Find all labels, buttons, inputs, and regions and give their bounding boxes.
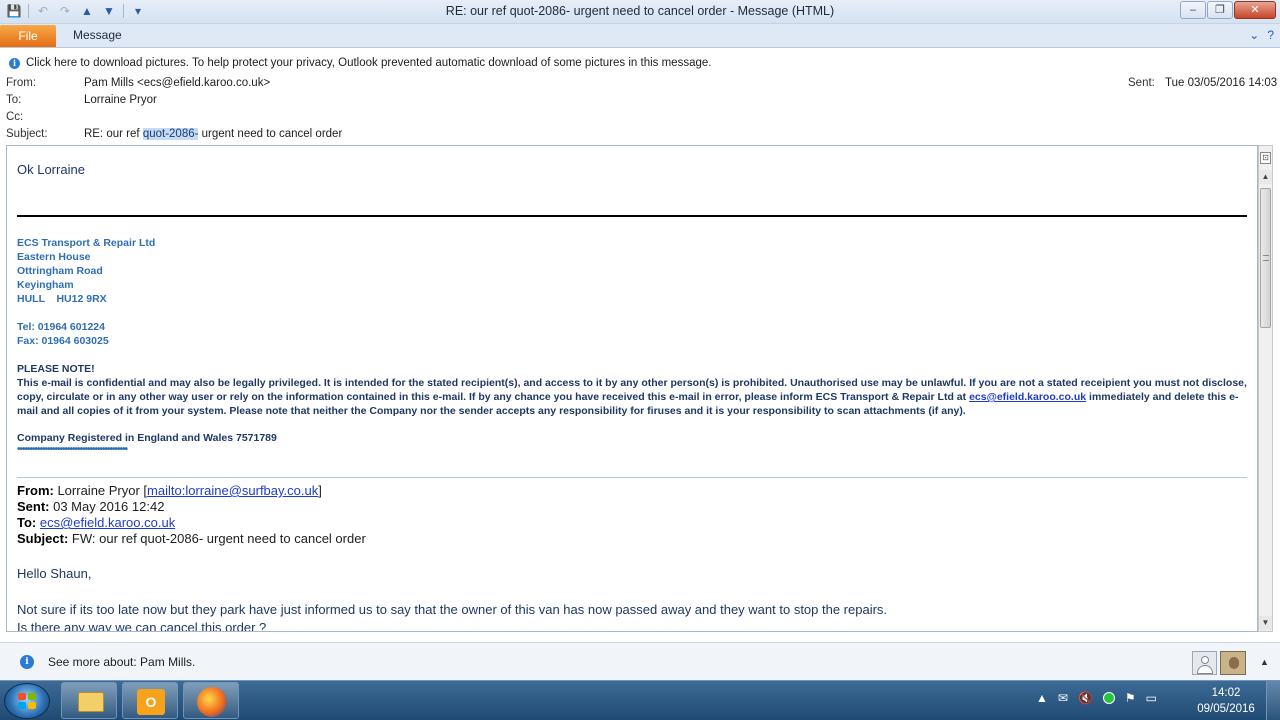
confidentiality-notice: PLEASE NOTE! This e-mail is confidential… [17,362,1247,418]
clock-time: 14:02 [1211,687,1241,699]
subject-highlight: quot-2086- [142,128,199,140]
from-value[interactable]: Pam Mills <ecs@efield.karoo.co.uk> [84,77,270,89]
contact-placeholder-avatar[interactable] [1192,651,1217,675]
signature-divider [17,215,1247,217]
hello-text: Hello Shaun, [17,566,92,581]
signature-line [17,306,155,320]
close-button[interactable]: ✕ [1234,1,1276,19]
cc-label: Cc: [6,111,24,123]
person-head-icon [1201,656,1209,664]
dotted-divider: ••••••••••••••••••••••••••••••••••••••••… [17,444,128,455]
signature-line: Ottringham Road [17,265,103,277]
body-paragraph-2: Is there any way we can cancel this orde… [17,620,267,632]
system-tray: ▲ ✉ 🔇 ⚑ ▭ [1036,691,1157,705]
notice-text: This e-mail is confidential and may also… [17,376,1247,418]
title-bar: 💾 ↶ ↷ ▲ ▼ ▾ RE: our ref quot-2086- urgen… [0,0,1280,24]
message-body[interactable]: Ok Lorraine ECS Transport & Repair Ltd E… [6,145,1258,632]
person-photo-icon [1229,657,1239,669]
info-icon: i [20,655,34,669]
person-body-icon [1197,665,1213,674]
volume-muted-icon[interactable]: 🔇 [1078,691,1093,705]
mail-notification-icon[interactable]: ✉ [1058,691,1068,705]
fwd-sent-label: Sent: [17,499,50,514]
fwd-from-value: Lorraine Pryor [ [53,483,148,498]
ribbon-right-controls: ⌄ ? [1249,28,1274,42]
window-controls: – ❐ ✕ [1180,1,1276,19]
subject-suffix: urgent need to cancel order [198,128,343,140]
maximize-button[interactable]: ❐ [1207,1,1233,19]
sent-value: Tue 03/05/2016 14:03 [1165,77,1278,89]
window-title: RE: our ref quot-2086- urgent need to ca… [445,4,835,18]
from-label: From: [6,77,37,89]
expand-people-pane-icon[interactable]: ▲ [1260,657,1269,667]
download-pictures-infobar[interactable]: i Click here to download pictures. To he… [0,54,1280,74]
fwd-sent-value: 03 May 2016 12:42 [49,499,165,514]
outlook-icon: O [137,689,165,715]
signature-line: Tel: 01964 601224 [17,321,105,333]
to-value[interactable]: Lorraine Pryor [84,94,157,106]
company-registration: Company Registered in England and Wales … [17,432,277,444]
taskbar-explorer-button[interactable] [61,682,117,719]
tab-message[interactable]: Message [73,28,122,42]
signature-line: Fax: 01964 603025 [17,335,109,347]
windows-logo-icon [18,693,36,709]
people-pane-text[interactable]: See more about: Pam Mills. [48,655,195,669]
windows-taskbar: O ▲ ✉ 🔇 ⚑ ▭ 14:02 09/05/2016 [0,680,1280,720]
forwarded-header: From: Lorraine Pryor [mailto:lorraine@su… [17,483,366,547]
fwd-subject-line: Subject: FW: our ref quot-2086- urgent n… [17,531,366,547]
fwd-from-label: From: [17,483,54,498]
infobar-text[interactable]: Click here to download pictures. To help… [26,57,711,69]
taskbar-outlook-button[interactable]: O [122,682,178,719]
fwd-to-line: To: ecs@efield.karoo.co.uk [17,515,366,531]
action-center-flag-icon[interactable]: ⚑ [1125,691,1136,705]
body-paragraph-1: Not sure if its too late now but they pa… [17,602,888,617]
reading-pane-toggle-icon[interactable]: ⊡ [1260,152,1271,164]
fwd-from-line: From: Lorraine Pryor [mailto:lorraine@su… [17,483,366,499]
network-icon[interactable]: ▭ [1146,691,1157,705]
help-icon[interactable]: ? [1267,28,1274,42]
fwd-from-link[interactable]: mailto:lorraine@surfbay.co.uk [147,483,318,498]
start-button[interactable] [4,683,50,719]
to-label: To: [6,94,22,106]
show-hidden-icons-icon[interactable]: ▲ [1036,691,1048,705]
minimize-button[interactable]: – [1180,1,1206,19]
signature-line: HULL HU12 9RX [17,293,107,305]
folder-icon [78,692,104,712]
scrollbar-grip-icon [1263,255,1269,261]
signature-line: Keyingham [17,279,74,291]
subject-prefix: RE: our ref [84,128,143,140]
chevron-down-icon[interactable]: ⌄ [1249,28,1259,42]
signature-line: Eastern House [17,251,91,263]
taskbar-clock[interactable]: 14:02 09/05/2016 [1196,685,1256,717]
subject-value: RE: our ref quot-2086- urgent need to ca… [84,128,342,140]
scrollbar-thumb[interactable] [1260,188,1271,328]
show-desktop-button[interactable] [1266,681,1280,720]
signature-line: ECS Transport & Repair Ltd [17,237,156,249]
taskbar-firefox-button[interactable] [183,682,239,719]
clock-date: 09/05/2016 [1197,703,1255,715]
fwd-subject-value: FW: our ref quot-2086- urgent need to ca… [68,531,366,546]
greeting-text: Ok Lorraine [17,162,85,177]
forward-divider [17,477,1247,478]
notice-email-link[interactable]: ecs@efield.karoo.co.uk [969,391,1086,403]
sent-label: Sent: [1128,77,1155,89]
scroll-up-button[interactable]: ▲ [1259,170,1272,184]
tab-file[interactable]: File [0,25,56,47]
vertical-scrollbar[interactable]: ⊡ ▲ ▼ [1258,145,1273,632]
ribbon-tabs: File Message ⌄ ? [0,24,1280,48]
status-green-icon[interactable] [1102,692,1115,704]
notice-title: PLEASE NOTE! [17,363,95,375]
scroll-down-button[interactable]: ▼ [1259,616,1272,630]
fwd-sent-line: Sent: 03 May 2016 12:42 [17,499,366,515]
contact-photo-avatar[interactable] [1220,651,1246,675]
fwd-from-close: ] [318,483,322,498]
fwd-subject-label: Subject: [17,531,69,546]
fwd-to-link[interactable]: ecs@efield.karoo.co.uk [40,515,175,530]
people-pane: i See more about: Pam Mills. ▲ [0,642,1280,680]
signature-block: ECS Transport & Repair Ltd Eastern House… [17,236,155,348]
firefox-icon [197,687,227,717]
fwd-to-label: To: [17,515,37,530]
info-icon: i [9,58,20,69]
subject-label: Subject: [6,128,48,140]
